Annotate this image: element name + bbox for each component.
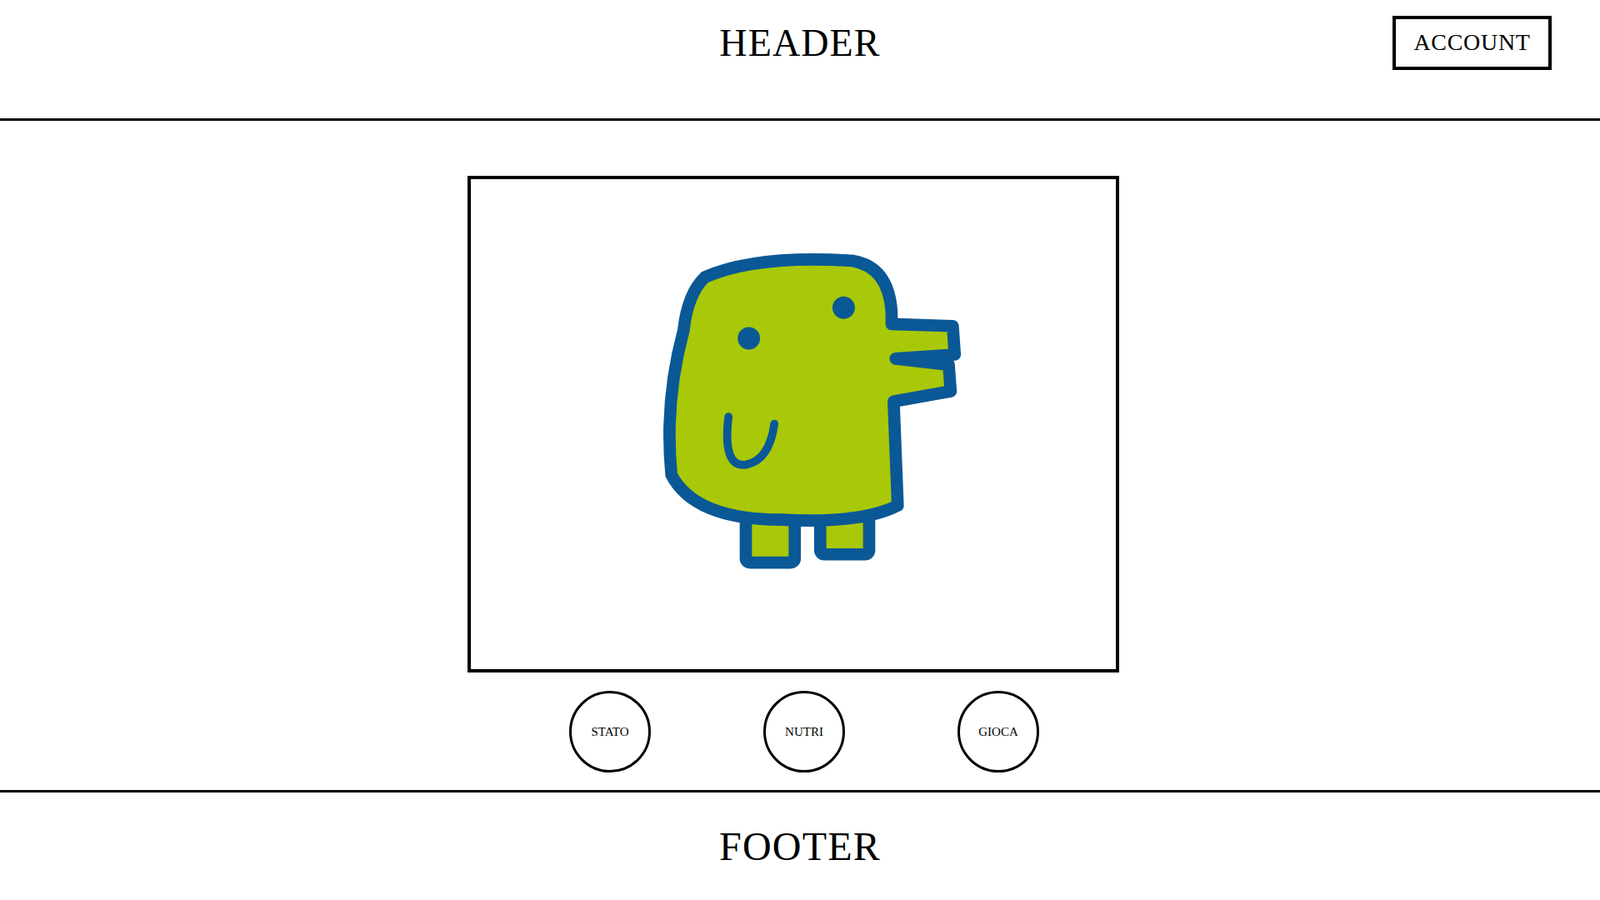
header: HEADER ACCOUNT xyxy=(0,0,1600,121)
action-button[interactable]: STATO xyxy=(569,690,651,773)
action-button[interactable]: GIOCA xyxy=(957,690,1040,773)
action-button[interactable]: NUTRI xyxy=(763,690,845,773)
header-title: HEADER xyxy=(719,24,880,80)
footer-title: FOOTER xyxy=(719,826,881,867)
pet-screen xyxy=(467,175,1120,673)
app: HEADER ACCOUNT STATO NUTRI GIOCA FOOTER xyxy=(0,0,1600,900)
main-area: STATO NUTRI GIOCA xyxy=(0,120,1600,790)
pet-character-icon xyxy=(659,248,965,575)
action-buttons: STATO NUTRI GIOCA xyxy=(569,690,1040,773)
footer: FOOTER xyxy=(0,790,1600,900)
account-button[interactable]: ACCOUNT xyxy=(1392,15,1552,70)
